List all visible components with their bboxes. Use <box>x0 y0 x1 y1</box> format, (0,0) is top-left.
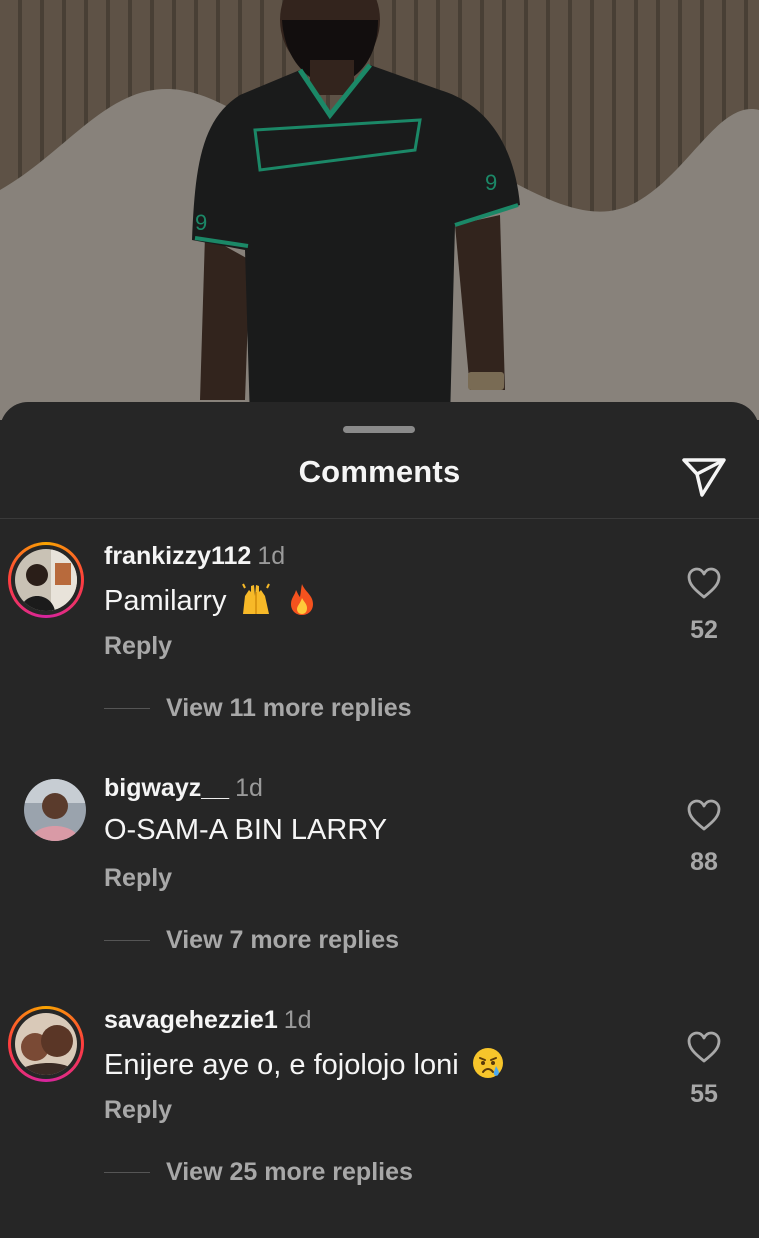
avatar-photo-frankizzy112 <box>15 549 77 611</box>
comment-text: Enijere aye o, e fojolojo loni <box>104 1046 505 1082</box>
comment-username[interactable]: savagehezzie1 <box>104 1006 278 1034</box>
comment-item: bigwayz__ 1d O-SAM-A BIN LARRY Reply View… <box>0 774 759 1006</box>
reply-button[interactable]: Reply <box>104 864 172 893</box>
photo-dim-overlay <box>0 0 759 420</box>
reply-button[interactable]: Reply <box>104 1096 172 1125</box>
fire-emoji <box>290 584 313 615</box>
view-more-replies-button[interactable]: View 11 more replies <box>166 694 412 723</box>
view-more-replies-button[interactable]: View 25 more replies <box>166 1158 413 1187</box>
reply-button[interactable]: Reply <box>104 632 172 661</box>
header-divider <box>0 518 759 519</box>
avatar-photo-savagehezzie1 <box>15 1013 77 1075</box>
sheet-drag-handle[interactable] <box>343 426 415 433</box>
replies-divider-line <box>104 1172 150 1173</box>
crying-face-emoji <box>472 1048 503 1078</box>
paper-plane-icon <box>682 458 726 497</box>
replies-divider-line <box>104 940 150 941</box>
sheet-title: Comments <box>298 454 461 489</box>
heart-icon[interactable] <box>686 566 722 600</box>
avatar[interactable] <box>8 1006 84 1082</box>
comment-timestamp: 1d <box>283 1006 312 1034</box>
post-photo-background: 9 9 <box>0 0 759 420</box>
heart-icon[interactable] <box>686 1030 722 1064</box>
comment-username[interactable]: frankizzy112 <box>104 542 251 570</box>
comment-text-content: Pamilarry <box>104 585 227 617</box>
avatar-photo-bigwayz <box>24 779 86 841</box>
like-count: 55 <box>690 1080 718 1108</box>
comment-item: savagehezzie1 1d Enijere aye o, e fojoloj… <box>0 1006 759 1238</box>
raising-hands-emoji <box>241 583 270 614</box>
comment-text-content: Enijere aye o, e fojolojo loni <box>104 1049 459 1081</box>
share-button[interactable] <box>680 455 728 499</box>
comment-username[interactable]: bigwayz__ <box>104 774 229 802</box>
like-count: 52 <box>690 616 718 644</box>
heart-icon[interactable] <box>686 798 722 832</box>
replies-divider-line <box>104 708 150 709</box>
avatar[interactable] <box>8 542 84 618</box>
like-count: 88 <box>690 848 718 876</box>
view-more-replies-button[interactable]: View 7 more replies <box>166 926 399 955</box>
comment-timestamp: 1d <box>257 542 286 570</box>
comments-sheet: Comments frankizzy112 1d Pamilarry Reply… <box>0 402 759 1200</box>
avatar[interactable] <box>24 779 86 841</box>
comment-timestamp: 1d <box>235 774 263 802</box>
comment-item: frankizzy112 1d Pamilarry Reply View 11 m… <box>0 542 759 774</box>
comment-text: Pamilarry <box>104 582 319 618</box>
comment-text-content: O-SAM-A BIN LARRY <box>104 814 388 846</box>
comment-text: O-SAM-A BIN LARRY <box>104 814 387 847</box>
